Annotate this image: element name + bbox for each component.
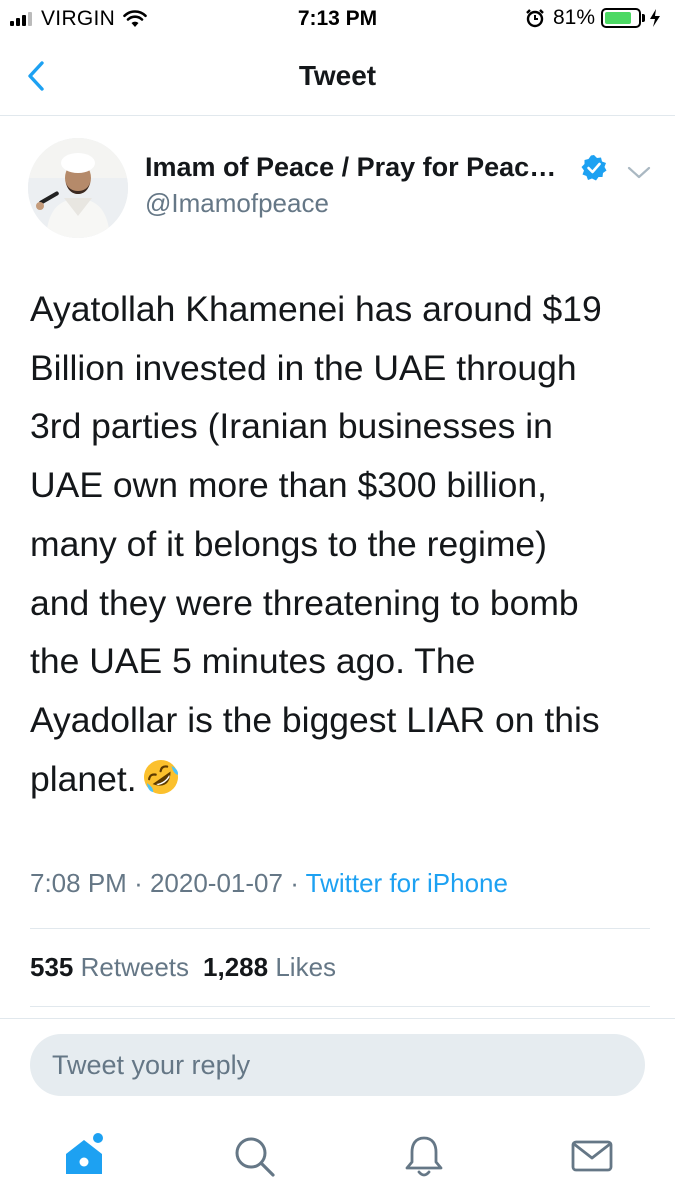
tweet-time: 7:08 PM	[30, 868, 127, 898]
reply-input[interactable]: Tweet your reply	[30, 1034, 645, 1096]
reply-placeholder: Tweet your reply	[52, 1050, 251, 1080]
notifications-icon[interactable]	[400, 1132, 448, 1180]
likes-count: 1,288	[203, 952, 269, 982]
divider	[0, 1018, 675, 1019]
tweet-text: Ayatollah Khamenei has around $19 Billio…	[30, 280, 650, 808]
battery-level	[605, 12, 631, 24]
verified-badge-icon	[581, 155, 607, 181]
tweet-text-line: planet.	[30, 758, 137, 799]
battery-icon	[601, 8, 641, 28]
tweet-text-line: many of it belongs to the regime)	[30, 523, 547, 564]
user-handle[interactable]: @Imamofpeace	[145, 188, 329, 219]
status-bar: VIRGIN 7:13 PM 81%	[0, 0, 675, 38]
home-icon[interactable]	[60, 1132, 108, 1180]
tweet-text-line: and they were threatening to bomb	[30, 582, 579, 623]
search-icon[interactable]	[230, 1132, 278, 1180]
retweets-count: 535	[30, 952, 74, 982]
tweet-text-line-last: planet.	[30, 750, 650, 809]
page-title: Tweet	[298, 60, 377, 91]
tab-bar	[0, 1112, 675, 1200]
rolling-on-floor-laughing-emoji	[143, 759, 178, 794]
tweet-text-line: Ayadollar is the biggest LIAR on this	[30, 699, 600, 740]
tweet-meta: 7:08 PM · 2020-01-07 · Twitter for iPhon…	[30, 868, 508, 899]
tweet-source-link[interactable]: Twitter for iPhone	[306, 868, 508, 898]
tweet-date: 2020-01-07	[149, 868, 283, 898]
meta-separator: ·	[290, 868, 299, 898]
divider	[30, 1006, 650, 1007]
tweet-text-line: UAE own more than $300 billion,	[30, 465, 548, 506]
avatar-image	[28, 138, 128, 238]
charging-icon	[650, 9, 660, 27]
tweet-stats: 535 Retweets 1,288 Likes	[30, 952, 336, 983]
retweets-label: Retweets	[80, 952, 190, 982]
retweets-stat[interactable]: 535 Retweets	[30, 952, 189, 982]
likes-label: Likes	[275, 952, 337, 982]
likes-stat[interactable]: 1,288 Likes	[203, 952, 336, 982]
tweet-text-line: the UAE 5 minutes ago. The	[30, 641, 476, 682]
tweet-text-line: Ayatollah Khamenei has around $19	[30, 289, 602, 329]
divider	[30, 928, 650, 929]
battery-percent: 81%	[552, 6, 595, 29]
battery-tip	[642, 14, 645, 22]
alarm-icon	[526, 9, 544, 28]
tweet-text-line: Billion invested in the UAE through	[30, 347, 577, 388]
meta-separator: ·	[134, 868, 143, 898]
nav-header: Tweet	[0, 38, 675, 116]
avatar[interactable]	[28, 138, 128, 238]
status-right: 81%	[525, 6, 661, 30]
display-name[interactable]: Imam of Peace / Pray for Peac…	[145, 152, 556, 183]
messages-icon[interactable]	[568, 1132, 616, 1180]
tweet-text-line: 3rd parties (Iranian businesses in	[30, 406, 553, 447]
chevron-down-icon[interactable]	[624, 160, 654, 186]
